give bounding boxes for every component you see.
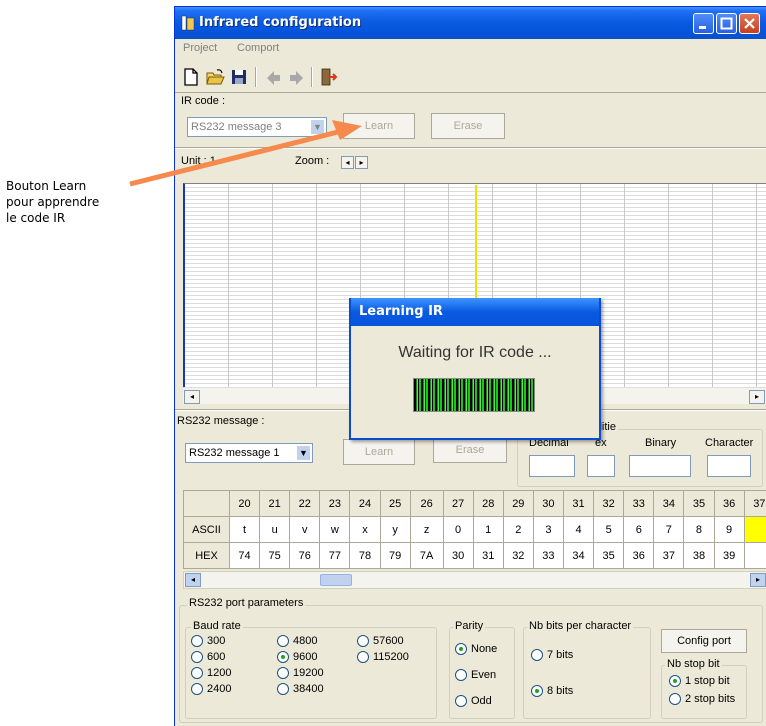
annotation-arrow bbox=[129, 120, 362, 187]
